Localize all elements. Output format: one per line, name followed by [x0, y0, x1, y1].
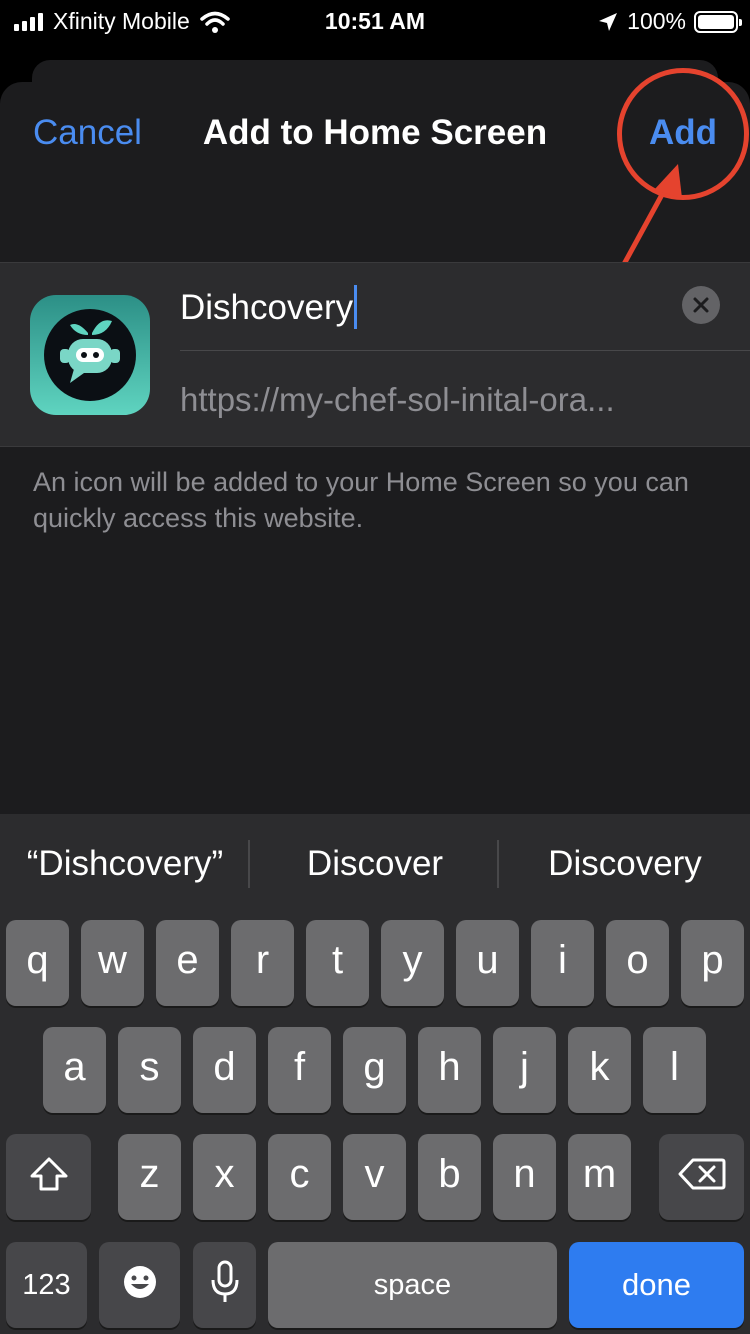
name-input[interactable]: Dishcovery — [180, 285, 358, 329]
key-f[interactable]: f — [268, 1027, 331, 1113]
microphone-icon — [211, 1260, 238, 1302]
key-g[interactable]: g — [343, 1027, 406, 1113]
emoji-icon — [123, 1266, 156, 1298]
key-y[interactable]: y — [381, 920, 444, 1006]
backspace-key[interactable] — [659, 1134, 744, 1220]
key-m[interactable]: m — [568, 1134, 631, 1220]
key-k[interactable]: k — [568, 1027, 631, 1113]
field-divider — [180, 350, 750, 351]
battery-icon — [694, 10, 742, 33]
key-n[interactable]: n — [493, 1134, 556, 1220]
key-l[interactable]: l — [643, 1027, 706, 1113]
key-a[interactable]: a — [43, 1027, 106, 1113]
key-q[interactable]: q — [6, 920, 69, 1006]
status-right: 100% — [597, 8, 742, 35]
text-caret — [354, 285, 358, 329]
key-w[interactable]: w — [81, 920, 144, 1006]
hint-text: An icon will be added to your Home Scree… — [33, 467, 689, 533]
numbers-key[interactable]: 123 — [6, 1242, 87, 1328]
key-c[interactable]: c — [268, 1134, 331, 1220]
status-bar: Xfinity Mobile 10:51 AM 100% — [0, 0, 750, 42]
key-p[interactable]: p — [681, 920, 744, 1006]
key-i[interactable]: i — [531, 920, 594, 1006]
name-value: Dishcovery — [180, 288, 354, 327]
done-key[interactable]: done — [569, 1242, 744, 1328]
key-t[interactable]: t — [306, 920, 369, 1006]
key-r[interactable]: r — [231, 920, 294, 1006]
key-o[interactable]: o — [606, 920, 669, 1006]
key-e[interactable]: e — [156, 920, 219, 1006]
close-icon — [693, 297, 709, 313]
suggestion-3[interactable]: Discovery — [500, 838, 750, 890]
key-j[interactable]: j — [493, 1027, 556, 1113]
key-h[interactable]: h — [418, 1027, 481, 1113]
key-s[interactable]: s — [118, 1027, 181, 1113]
backspace-icon — [678, 1158, 725, 1190]
key-b[interactable]: b — [418, 1134, 481, 1220]
key-v[interactable]: v — [343, 1134, 406, 1220]
location-arrow-icon — [599, 12, 618, 31]
suggestion-divider — [497, 840, 499, 888]
suggestion-1[interactable]: “Dishcovery” — [0, 838, 250, 890]
url-field: https://my-chef-sol-inital-ora... — [180, 381, 615, 418]
dictation-key[interactable] — [193, 1242, 256, 1328]
suggestion-2[interactable]: Discover — [250, 838, 500, 890]
key-z[interactable]: z — [118, 1134, 181, 1220]
clear-text-button[interactable] — [682, 286, 720, 324]
space-key[interactable]: space — [268, 1242, 557, 1328]
battery-percentage: 100% — [627, 8, 686, 34]
shift-icon — [30, 1157, 67, 1191]
emoji-key[interactable] — [99, 1242, 180, 1328]
key-u[interactable]: u — [456, 920, 519, 1006]
shift-key[interactable] — [6, 1134, 91, 1220]
key-x[interactable]: x — [193, 1134, 256, 1220]
dishcovery-app-icon — [30, 295, 150, 415]
key-d[interactable]: d — [193, 1027, 256, 1113]
